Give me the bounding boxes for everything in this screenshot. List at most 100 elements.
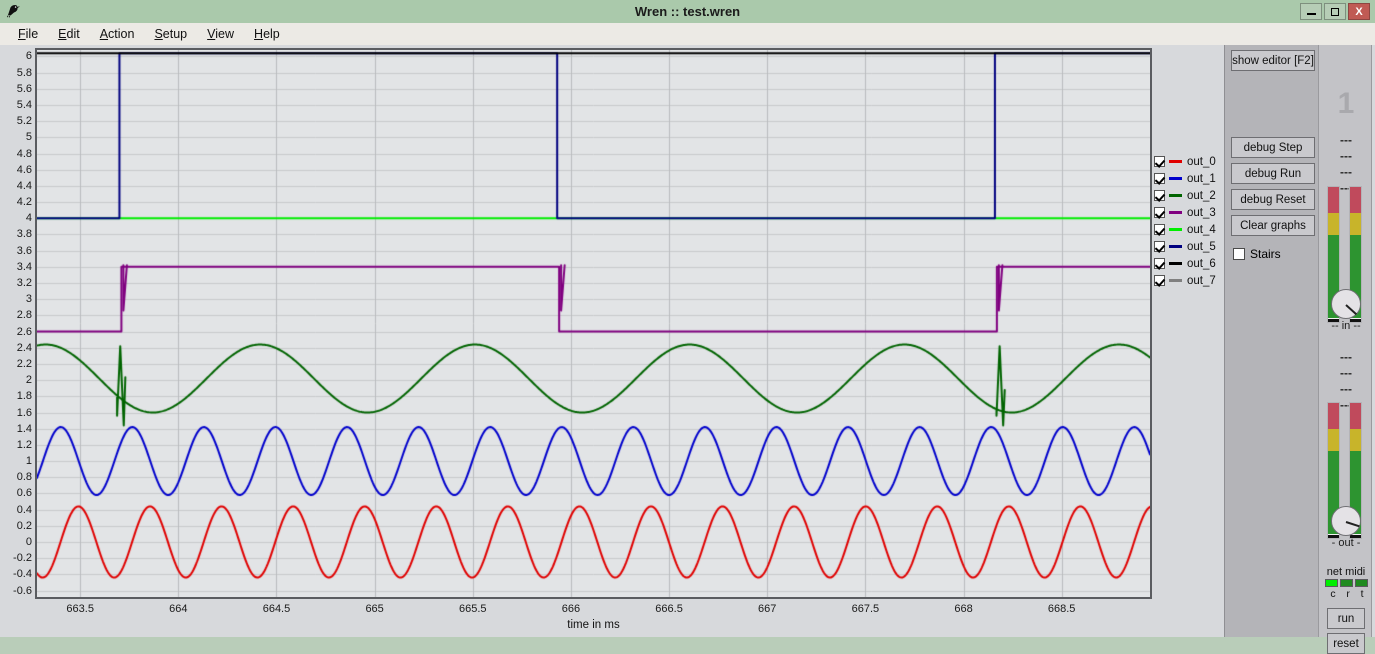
window-controls: X [1300, 3, 1372, 20]
y-tick-label: 3.8 [16, 228, 32, 241]
run-button[interactable]: run [1327, 608, 1365, 629]
show-editor-button[interactable]: show editor [F2] [1231, 50, 1315, 71]
led-letter: c [1330, 588, 1336, 600]
legend-color-swatch [1169, 160, 1182, 163]
meter-dash-4: --- [1340, 350, 1352, 364]
x-tick-label: 665.5 [459, 603, 487, 615]
legend-item[interactable]: out_7 [1154, 272, 1224, 289]
legend-checkbox[interactable] [1154, 156, 1165, 167]
legend-label: out_3 [1187, 206, 1216, 219]
legend-color-swatch [1169, 279, 1182, 282]
y-tick-label: -0.2 [13, 552, 32, 565]
y-tick-label: 4.2 [16, 196, 32, 209]
y-tick-label: -0.4 [13, 568, 32, 581]
debug-run-button[interactable]: debug Run [1231, 163, 1315, 184]
meter-dash-2: --- [1340, 165, 1352, 179]
stairs-checkbox[interactable] [1233, 248, 1245, 260]
legend-label: out_2 [1187, 189, 1216, 202]
clear-graphs-button[interactable]: Clear graphs [1231, 215, 1315, 236]
meter-dash-5: --- [1340, 366, 1352, 380]
input-knob-label: -- in -- [1331, 320, 1361, 332]
close-button[interactable]: X [1348, 3, 1370, 20]
legend: out_0 out_1 out_2 out_3 out_4 out_5 out_6 out_7 [1154, 153, 1224, 289]
input-gain-knob[interactable] [1331, 289, 1361, 319]
legend-item[interactable]: out_6 [1154, 255, 1224, 272]
x-tick-label: 668.5 [1047, 603, 1076, 615]
x-tick-label: 668 [954, 603, 973, 615]
y-tick-label: 2.6 [16, 325, 32, 338]
menu-edit[interactable]: Edit [48, 25, 90, 43]
meter-dash-0: --- [1340, 133, 1352, 147]
x-tick-label: 666 [561, 603, 581, 615]
minimize-button[interactable] [1300, 3, 1322, 20]
legend-item[interactable]: out_0 [1154, 153, 1224, 170]
y-tick-label: 2.8 [16, 309, 32, 322]
x-tick-label: 663.5 [66, 603, 94, 615]
legend-item[interactable]: out_3 [1154, 204, 1224, 221]
y-tick-label: 4.4 [16, 179, 32, 192]
meter-dash-1: --- [1340, 149, 1352, 163]
y-tick-label: 3.2 [16, 277, 32, 290]
net-midi-led-letters: crt [1325, 588, 1369, 600]
legend-item[interactable]: out_1 [1154, 170, 1224, 187]
x-tick-label: 666.5 [655, 603, 683, 615]
net-midi-led-c [1325, 579, 1338, 587]
debug-reset-button[interactable]: debug Reset [1231, 189, 1315, 210]
y-tick-label: 4.6 [16, 163, 32, 176]
output-knob-label: - out - [1331, 537, 1361, 549]
channel-number: 1 [1337, 87, 1355, 120]
legend-checkbox[interactable] [1154, 190, 1165, 201]
legend-item[interactable]: out_2 [1154, 187, 1224, 204]
menu-setup[interactable]: Setup [144, 25, 197, 43]
output-gain-knob[interactable] [1331, 506, 1361, 536]
y-tick-label: 0 [25, 535, 32, 548]
waveform-canvas[interactable] [37, 50, 1150, 597]
x-tick-label: 665 [365, 603, 384, 615]
legend-label: out_4 [1187, 223, 1216, 236]
y-tick-label: 2.2 [16, 357, 32, 370]
legend-label: out_5 [1187, 240, 1216, 253]
menu-bar: File Edit Action Setup View Help [0, 23, 1375, 45]
debug-step-button[interactable]: debug Step [1231, 137, 1315, 158]
legend-checkbox[interactable] [1154, 173, 1165, 184]
maximize-button[interactable] [1324, 3, 1346, 20]
y-tick-label: 0.2 [16, 519, 32, 532]
legend-checkbox[interactable] [1154, 241, 1165, 252]
x-tick-label: 667 [758, 603, 777, 615]
y-tick-label: 3 [25, 293, 32, 306]
y-tick-label: 1.2 [16, 438, 32, 451]
menu-action[interactable]: Action [90, 25, 145, 43]
legend-item[interactable]: out_4 [1154, 221, 1224, 238]
mixer-strip: 1 --- --- --- --- -- in -- --- --- --- -… [1318, 45, 1372, 654]
y-tick-label: 5.8 [16, 66, 32, 79]
legend-color-swatch [1169, 177, 1182, 180]
menu-file[interactable]: File [8, 25, 48, 43]
legend-color-swatch [1169, 245, 1182, 248]
legend-checkbox[interactable] [1154, 275, 1165, 286]
legend-checkbox[interactable] [1154, 258, 1165, 269]
x-tick-label: 667.5 [851, 603, 880, 615]
wren-bird-icon [0, 0, 26, 23]
y-tick-label: 1.8 [16, 390, 32, 403]
stairs-checkbox-row[interactable]: Stairs [1233, 247, 1281, 261]
plot-area[interactable] [35, 48, 1152, 599]
menu-view[interactable]: View [197, 25, 244, 43]
graph-panel: -0.6 -0.4 -0.2 0 0.2 0.4 0.6 0.8 1 1.2 1.4 1.6 1.8 2 2… [2, 45, 1224, 637]
title-bar: Wren :: test.wren X [0, 0, 1375, 23]
menu-help[interactable]: Help [244, 25, 290, 43]
y-tick-label: 1.6 [16, 406, 32, 419]
y-tick-label: 1 [25, 455, 32, 468]
legend-item[interactable]: out_5 [1154, 238, 1224, 255]
legend-checkbox[interactable] [1154, 207, 1165, 218]
legend-checkbox[interactable] [1154, 224, 1165, 235]
reset-button[interactable]: reset [1327, 633, 1365, 654]
net-midi-label: net midi [1326, 566, 1366, 578]
net-midi-leds [1325, 579, 1368, 587]
meter-dash-6: --- [1340, 382, 1352, 396]
legend-label: out_6 [1187, 257, 1216, 270]
y-tick-label: 0.6 [16, 487, 32, 500]
y-tick-label: 6 [25, 50, 32, 63]
y-tick-label: 5.4 [16, 99, 32, 112]
y-tick-label: 0.4 [16, 503, 32, 516]
window-title: Wren :: test.wren [634, 4, 741, 19]
